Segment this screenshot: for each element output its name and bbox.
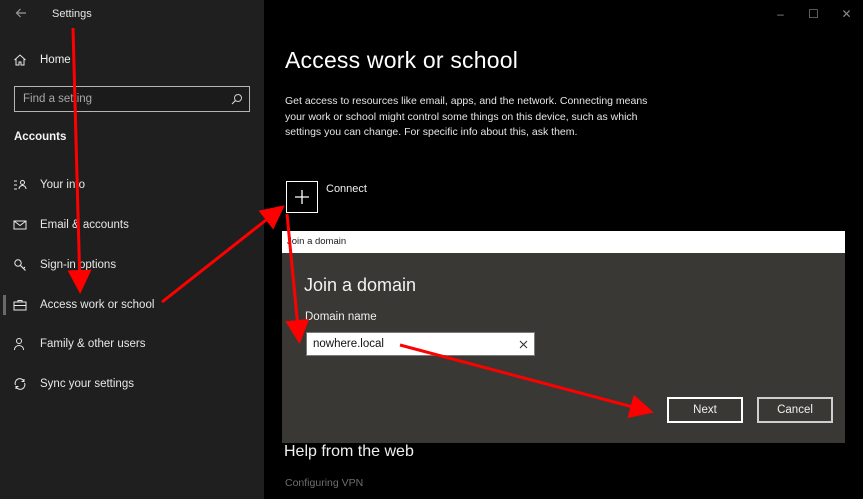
sidebar-item-family-other-users[interactable]: Family & other users	[0, 326, 264, 362]
sidebar-item-label: Sync your settings	[40, 378, 134, 390]
search-icon[interactable]	[225, 87, 249, 111]
home-icon	[0, 53, 40, 67]
page-title: Access work or school	[285, 47, 518, 73]
sidebar-item-access-work-or-school[interactable]: Access work or school	[0, 287, 264, 323]
help-link-configuring-vpn[interactable]: Configuring VPN	[285, 477, 363, 489]
active-indicator	[3, 295, 6, 315]
dialog-title-bar: Join a domain	[282, 231, 845, 253]
cancel-button[interactable]: Cancel	[757, 397, 833, 423]
sync-icon	[0, 377, 40, 391]
close-button[interactable]: ✕	[830, 0, 863, 28]
connect-label[interactable]: Connect	[326, 183, 367, 195]
sidebar-item-email-accounts[interactable]: Email & accounts	[0, 207, 264, 243]
sidebar-item-label: Sign-in options	[40, 259, 117, 271]
sidebar-item-label: Home	[40, 54, 71, 66]
domain-name-input[interactable]	[307, 333, 512, 355]
help-heading: Help from the web	[284, 443, 414, 460]
sidebar-item-home[interactable]: Home	[0, 42, 264, 78]
title-bar: Settings	[0, 0, 264, 30]
domain-name-label: Domain name	[305, 311, 377, 323]
domain-name-field[interactable]	[306, 332, 535, 356]
section-heading: Accounts	[14, 131, 67, 143]
page-description: Get access to resources like email, apps…	[285, 95, 648, 138]
mail-icon	[0, 218, 40, 232]
maximize-button[interactable]: ☐	[797, 0, 830, 28]
connect-button[interactable]	[286, 181, 318, 213]
minimize-button[interactable]: –	[764, 0, 797, 28]
dialog-window-title: Join a domain	[287, 236, 347, 247]
search-input[interactable]	[15, 93, 225, 105]
sidebar: Settings Home Accounts Your info Email &…	[0, 0, 264, 499]
sidebar-item-sign-in-options[interactable]: Sign-in options	[0, 247, 264, 283]
join-domain-dialog: Join a domain Domain name Next Cancel	[282, 253, 845, 443]
sidebar-item-label: Family & other users	[40, 338, 146, 350]
next-button[interactable]: Next	[667, 397, 743, 423]
sidebar-item-sync-settings[interactable]: Sync your settings	[0, 366, 264, 402]
clear-icon[interactable]	[512, 333, 534, 355]
briefcase-icon	[0, 298, 40, 312]
search-box[interactable]	[14, 86, 250, 112]
plus-icon	[295, 190, 309, 204]
back-arrow-icon	[15, 8, 26, 18]
sidebar-item-your-info[interactable]: Your info	[0, 167, 264, 203]
key-icon	[0, 258, 40, 272]
person-card-icon	[0, 178, 40, 192]
dialog-heading: Join a domain	[304, 275, 417, 295]
back-button[interactable]	[10, 4, 32, 24]
sidebar-item-label: Your info	[40, 179, 85, 191]
window-controls: – ☐ ✕	[764, 0, 863, 28]
people-icon	[0, 337, 40, 351]
sidebar-item-label: Access work or school	[40, 299, 155, 311]
sidebar-item-label: Email & accounts	[40, 219, 129, 231]
app-title: Settings	[52, 8, 92, 20]
